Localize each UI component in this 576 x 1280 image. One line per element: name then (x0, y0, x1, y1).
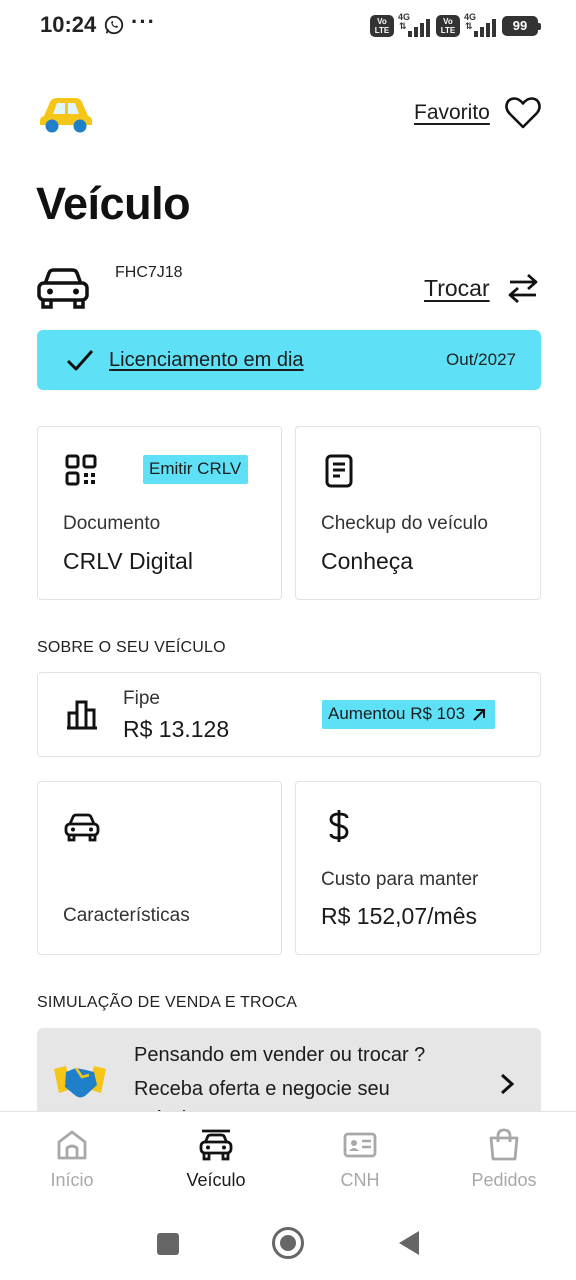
id-card-icon (343, 1132, 377, 1158)
licensing-status-label[interactable]: Licenciamento em dia (109, 349, 304, 372)
more-notifications-icon: ··· (131, 9, 156, 34)
volte-icon: Vo LTE (370, 15, 394, 37)
issue-crlv-tag[interactable]: Emitir CRLV (143, 455, 249, 484)
handshake-icon (54, 1066, 106, 1098)
checkup-subtitle: Checkup do veículo (321, 513, 488, 534)
car-icon (64, 813, 100, 842)
volte-icon-2: Vo LTE (436, 15, 460, 37)
document-card[interactable]: Emitir CRLV Documento CRLV Digital (37, 426, 282, 600)
checkup-title: Conheça (321, 548, 414, 574)
chevron-right-icon[interactable] (498, 1072, 516, 1096)
car-icon (37, 268, 89, 309)
fipe-value: R$ 13.128 (123, 716, 230, 742)
simulation-section-heading: SIMULAÇÃO DE VENDA E TROCA (37, 994, 298, 1011)
nav-item-vehicle[interactable]: Veículo (144, 1112, 288, 1204)
cost-value: R$ 152,07/mês (321, 903, 477, 929)
car-logo-icon (40, 98, 92, 133)
fipe-subtitle: Fipe (123, 688, 160, 709)
maintenance-cost-card[interactable]: Custo para manter R$ 152,07/mês (295, 781, 541, 955)
licensing-valid-until: Out/2027 (446, 350, 516, 369)
status-indicators: Vo LTE 4G ⇅ Vo LTE 4G ⇅ 99 (370, 12, 541, 38)
home-button[interactable] (272, 1227, 304, 1259)
status-time: 10:24 (40, 12, 97, 37)
signal-icon-2: 4G ⇅ (464, 12, 498, 38)
simulation-question: Pensando em vender ou trocar ? (134, 1044, 426, 1066)
status-bar: 10:24 ··· Vo LTE 4G ⇅ Vo LTE 4G ⇅ 99 (0, 0, 576, 52)
nav-item-cnh[interactable]: CNH (288, 1112, 432, 1204)
nav-item-home[interactable]: Início (0, 1112, 144, 1204)
battery-icon: 99 (502, 16, 541, 36)
features-card[interactable]: Características (37, 781, 282, 955)
document-icon (325, 454, 353, 488)
nav-item-orders[interactable]: Pedidos (432, 1112, 576, 1204)
nav-label-vehicle: Veículo (186, 1170, 246, 1190)
document-title: CRLV Digital (63, 548, 193, 574)
nav-label-orders: Pedidos (471, 1170, 537, 1190)
dollar-icon (329, 810, 349, 842)
system-navigation-bar (0, 1203, 576, 1280)
arrow-up-right-icon (473, 709, 486, 721)
nav-label-home: Início (50, 1170, 94, 1190)
checkup-card[interactable]: Checkup do veículo Conheça (295, 426, 541, 600)
fipe-card[interactable]: Fipe R$ 13.128 Aumentou R$ 103 (37, 672, 541, 757)
document-subtitle: Documento (63, 513, 161, 534)
swap-vehicle-link[interactable]: Trocar (424, 275, 490, 302)
fipe-increase-tag: Aumentou R$ 103 (322, 700, 496, 729)
nav-label-cnh: CNH (340, 1170, 380, 1190)
heart-icon[interactable] (505, 96, 541, 130)
qr-code-icon (65, 454, 97, 486)
car-icon (199, 1129, 233, 1161)
favorite-link[interactable]: Favorito (414, 101, 490, 125)
recent-apps-button[interactable] (157, 1233, 179, 1255)
features-title: Características (63, 905, 190, 926)
back-button[interactable] (399, 1231, 419, 1255)
license-plate: FHC7J18 (115, 264, 183, 281)
home-icon (57, 1130, 87, 1160)
about-section-heading: SOBRE O SEU VEÍCULO (37, 639, 226, 656)
licensing-status-banner[interactable]: Licenciamento em dia Out/2027 (37, 330, 541, 390)
shopping-bag-icon (489, 1128, 519, 1161)
swap-arrows-icon[interactable] (506, 272, 540, 304)
check-icon (66, 350, 94, 371)
whatsapp-icon (104, 15, 124, 35)
signal-icon: 4G ⇅ (398, 12, 432, 38)
bottom-navigation: Início Veículo CNH Pedidos (0, 1111, 576, 1203)
cost-subtitle: Custo para manter (321, 869, 479, 890)
bar-chart-icon (67, 700, 97, 730)
page-title: Veículo (36, 178, 191, 229)
